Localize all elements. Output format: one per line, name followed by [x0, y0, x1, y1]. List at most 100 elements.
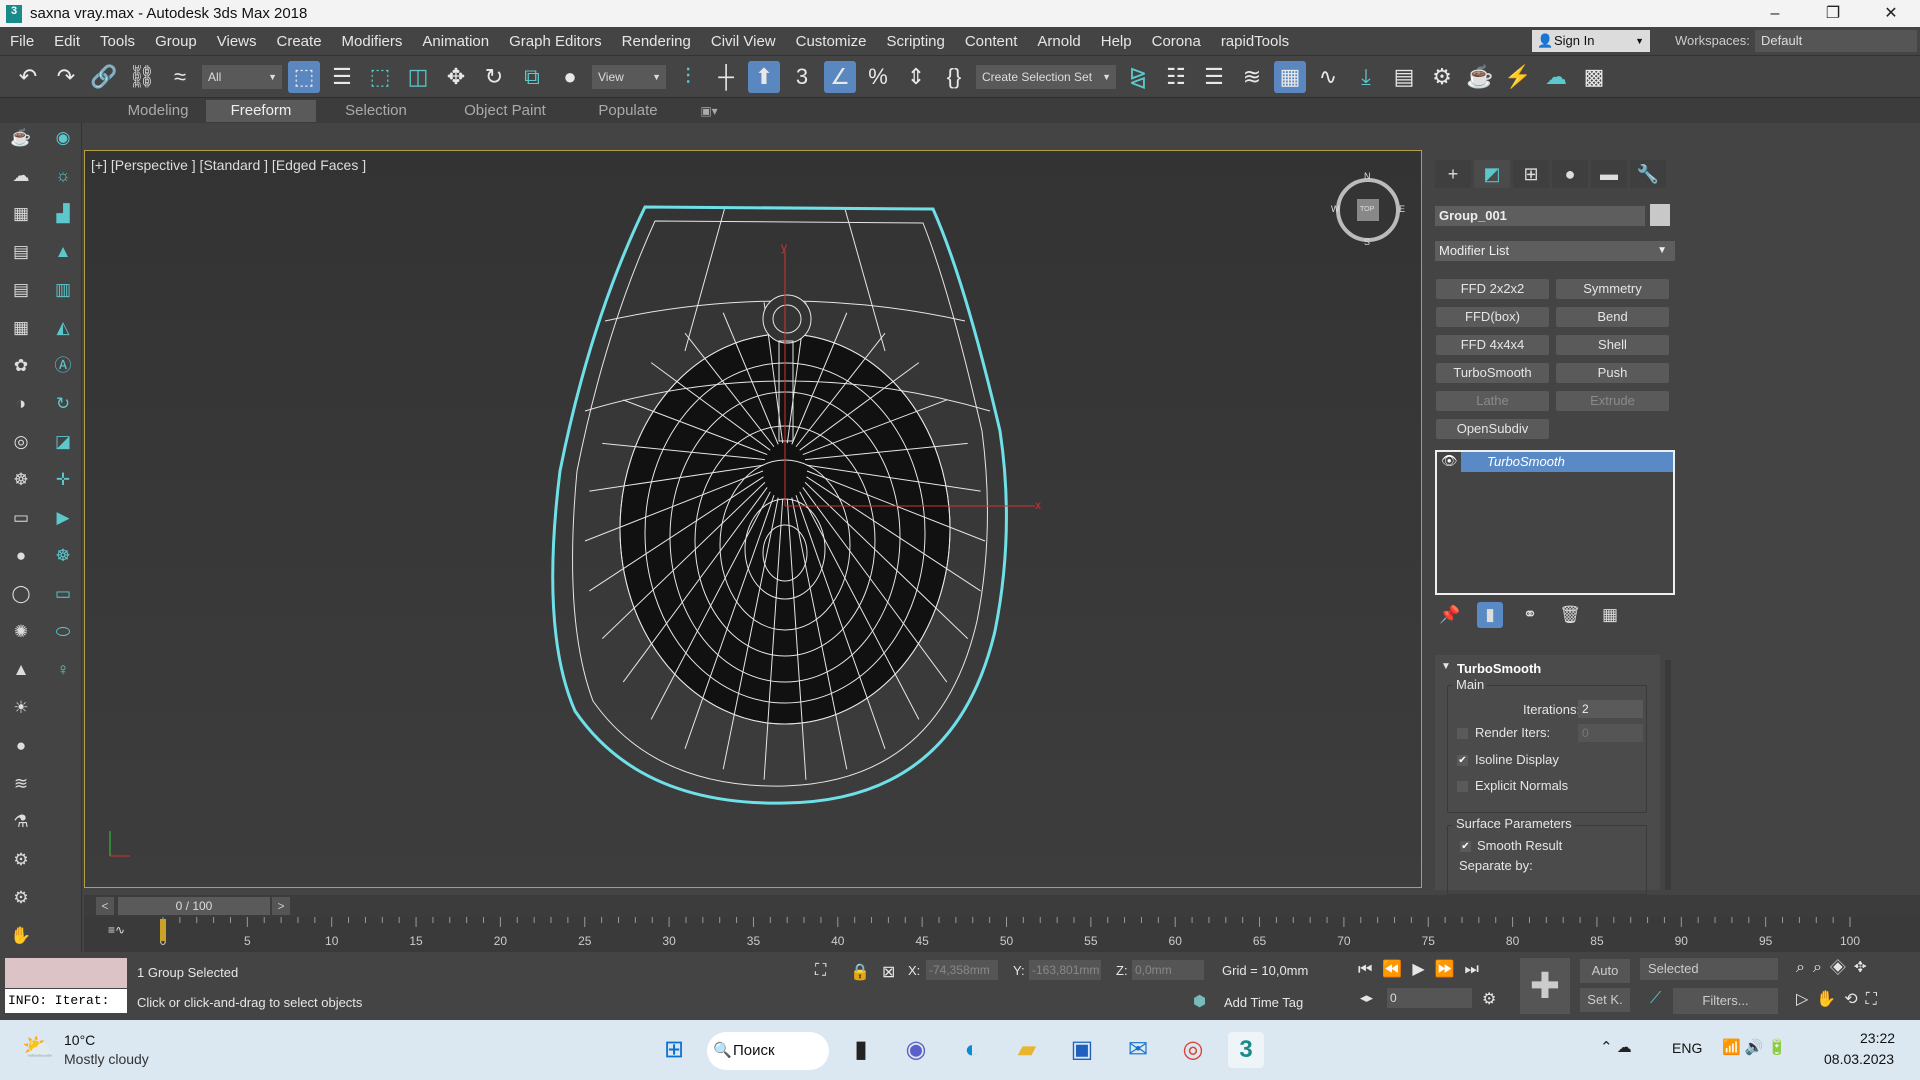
key-tangent-icon[interactable]: ⟋: [1650, 990, 1661, 1008]
layer-explorer-icon[interactable]: ≋: [1236, 61, 1268, 93]
motion-tab-icon[interactable]: ●: [1552, 160, 1588, 188]
modifier-stack[interactable]: 👁 TurboSmooth: [1435, 450, 1675, 595]
scale-icon[interactable]: ⧉: [516, 61, 548, 93]
maximize-button[interactable]: ❐: [1804, 0, 1862, 27]
render-iters-spinner[interactable]: 0: [1578, 724, 1643, 742]
move-icon[interactable]: ✥: [440, 61, 472, 93]
gear2-icon[interactable]: ⚙: [8, 847, 34, 873]
isolate-selection-icon[interactable]: ⛶: [815, 962, 826, 980]
time-config-icon[interactable]: ⚙: [1482, 989, 1496, 1009]
snap-3d-icon[interactable]: 3: [786, 61, 818, 93]
modify-tab-icon[interactable]: ◩: [1474, 160, 1510, 188]
3dsmax-taskbar-icon[interactable]: 3: [1228, 1032, 1264, 1068]
ball-icon[interactable]: ●: [8, 543, 34, 569]
network-volume-battery-icons[interactable]: 📶 🔊 🔋: [1722, 1038, 1786, 1056]
cloud-icon[interactable]: ☁: [8, 163, 34, 189]
named-selection-set-dropdown[interactable]: Create Selection Set: [976, 64, 1116, 89]
render-iters-checkbox[interactable]: [1457, 728, 1468, 739]
percent-snap-icon[interactable]: %: [862, 61, 894, 93]
weather-desc[interactable]: Mostly cloudy: [64, 1051, 149, 1067]
sign-in-dropdown[interactable]: 👤 Sign In ▼: [1532, 30, 1650, 52]
ring-icon[interactable]: ◎: [8, 429, 34, 455]
viewcube[interactable]: N S W E TOP: [1331, 171, 1405, 247]
material-editor-icon[interactable]: ▤: [1388, 61, 1420, 93]
align-icon[interactable]: ☷: [1160, 61, 1192, 93]
panel-icon[interactable]: ▤: [8, 239, 34, 265]
modifier-button-ffd-2x2x2[interactable]: FFD 2x2x2: [1436, 279, 1549, 299]
place-icon[interactable]: ●: [554, 61, 586, 93]
minimize-button[interactable]: –: [1746, 0, 1804, 27]
mail-icon[interactable]: ✉: [1120, 1032, 1156, 1068]
box-icon[interactable]: ▦: [8, 315, 34, 341]
key-mode-icon[interactable]: ◂▸: [1360, 990, 1373, 1006]
mirror-icon[interactable]: ⧎: [1122, 61, 1154, 93]
menu-modifiers[interactable]: Modifiers: [332, 33, 413, 50]
perspective-viewport[interactable]: [+] [Perspective ] [Standard ] [Edged Fa…: [84, 150, 1422, 888]
cone-icon[interactable]: ▲: [8, 657, 34, 683]
current-frame-field[interactable]: 0: [1387, 988, 1472, 1008]
workspaces-dropdown[interactable]: Default: [1755, 30, 1917, 52]
start-icon[interactable]: ⊞: [656, 1032, 692, 1068]
clock-time[interactable]: 23:22: [1860, 1030, 1895, 1046]
x-coordinate-field[interactable]: -74,358mm: [926, 960, 998, 980]
ribbon-options-icon[interactable]: ▣▾: [694, 100, 724, 122]
manipulate-icon[interactable]: ┼: [710, 61, 742, 93]
render-setup-icon[interactable]: ⚙: [1426, 61, 1458, 93]
burst-icon[interactable]: ✺: [8, 619, 34, 645]
time-slider-thumb[interactable]: 0 / 100: [118, 897, 270, 915]
table-icon[interactable]: ▥: [50, 277, 76, 303]
tab-object-paint[interactable]: Object Paint: [440, 100, 570, 122]
modifier-list-dropdown[interactable]: Modifier List: [1435, 241, 1675, 261]
language-indicator[interactable]: ENG: [1672, 1040, 1702, 1056]
modifier-button-turbosmooth[interactable]: TurboSmooth: [1436, 363, 1549, 383]
modifier-button-lathe[interactable]: Lathe: [1436, 391, 1549, 411]
auto-key-button[interactable]: Auto: [1580, 959, 1630, 983]
rect-icon[interactable]: ▭: [8, 505, 34, 531]
z-coordinate-field[interactable]: 0,0mm: [1132, 960, 1204, 980]
add-time-tag[interactable]: Add Time Tag: [1224, 995, 1303, 1010]
isoline-display-checkbox[interactable]: ✔: [1457, 755, 1468, 766]
iterations-spinner[interactable]: 2: [1578, 700, 1643, 718]
rotate-icon[interactable]: ↻: [50, 391, 76, 417]
modifier-button-push[interactable]: Push: [1556, 363, 1669, 383]
menu-help[interactable]: Help: [1091, 33, 1142, 50]
utilities-tab-icon[interactable]: 🔧: [1630, 160, 1666, 188]
sphere-icon[interactable]: ◑: [8, 391, 34, 417]
panel-scrollbar[interactable]: [1665, 660, 1671, 890]
menu-views[interactable]: Views: [207, 33, 267, 50]
pivot-icon[interactable]: ⫶: [672, 61, 704, 93]
viewport-navigation-icons[interactable]: ⌕⌕◈✥: [1796, 959, 1875, 977]
selection-filter-dropdown[interactable]: All: [202, 64, 282, 89]
rollout-title[interactable]: TurboSmooth: [1457, 661, 1541, 676]
menu-arnold[interactable]: Arnold: [1027, 33, 1090, 50]
remove-modifier-icon[interactable]: 🗑: [1557, 602, 1583, 628]
keyboard-shortcut-override-icon[interactable]: ⬆: [748, 60, 780, 93]
menu-animation[interactable]: Animation: [412, 33, 499, 50]
render-cloud-icon[interactable]: ☁: [1540, 61, 1572, 93]
close-button[interactable]: ✕: [1862, 0, 1920, 27]
link-icon[interactable]: 🔗: [88, 61, 120, 93]
bind-space-warp-icon[interactable]: ≈: [164, 61, 196, 93]
list-icon[interactable]: ▤: [8, 277, 34, 303]
menu-rendering[interactable]: Rendering: [612, 33, 701, 50]
display-tab-icon[interactable]: ▬: [1591, 160, 1627, 188]
wave-icon[interactable]: ≋: [8, 771, 34, 797]
edge-icon[interactable]: ◐: [954, 1032, 990, 1068]
toggle-ribbon-icon[interactable]: ▦: [1274, 60, 1306, 93]
redo-icon[interactable]: ↷: [50, 61, 82, 93]
spinner-snap-icon[interactable]: ⇕: [900, 61, 932, 93]
eye-icon[interactable]: 👁: [1441, 453, 1458, 469]
modifier-button-extrude[interactable]: Extrude: [1556, 391, 1669, 411]
object-color-swatch[interactable]: [1650, 204, 1670, 226]
set-key-button[interactable]: Set K.: [1580, 988, 1630, 1012]
edit-named-selection-icon[interactable]: {}: [938, 61, 970, 93]
maxscript-listener[interactable]: INFO: Iterat:: [5, 989, 127, 1013]
hierarchy-tab-icon[interactable]: ⊞: [1513, 160, 1549, 188]
window-icon[interactable]: ▭: [50, 581, 76, 607]
curve-editor-icon[interactable]: ∿: [1312, 61, 1344, 93]
menu-rapidtools[interactable]: rapidTools: [1211, 33, 1299, 50]
store-icon[interactable]: ▣: [1064, 1032, 1100, 1068]
menu-content[interactable]: Content: [955, 33, 1028, 50]
time-slider[interactable]: < 0 / 100 >: [84, 895, 1920, 917]
menu-graph-editors[interactable]: Graph Editors: [499, 33, 612, 50]
